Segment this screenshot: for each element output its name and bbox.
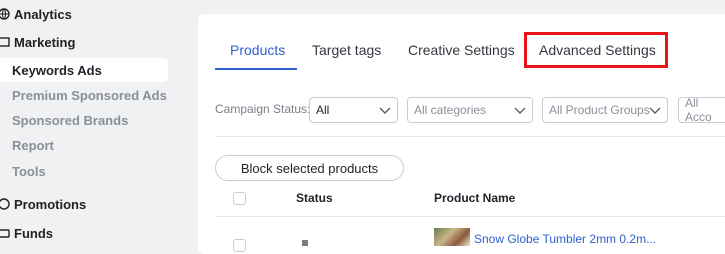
tab-target-tags[interactable]: Target tags <box>312 42 381 58</box>
sidebar: Analytics Marketing Keywords Ads Premium… <box>0 0 178 246</box>
chevron-down-icon <box>514 107 526 114</box>
campaign-status-label: Campaign Status: <box>215 102 311 116</box>
promotions-icon <box>0 198 10 210</box>
marketing-icon <box>0 36 10 48</box>
tab-products[interactable]: Products <box>230 42 285 58</box>
globe-icon <box>0 8 10 20</box>
sidebar-item-label: Promotions <box>14 196 87 212</box>
product-groups-select[interactable]: All Product Groups <box>542 97 668 123</box>
product-name-column-header: Product Name <box>434 191 516 205</box>
tab-advanced-settings[interactable]: Advanced Settings <box>539 42 656 58</box>
status-indicator <box>302 240 308 246</box>
sidebar-item-label: Funds <box>14 225 53 241</box>
sidebar-item-analytics[interactable]: Analytics <box>0 2 168 26</box>
status-column-header: Status <box>296 191 333 205</box>
sidebar-item-marketing[interactable]: Marketing <box>0 30 168 54</box>
header-divider <box>215 216 725 217</box>
accounts-placeholder: All Acco <box>685 96 712 124</box>
accounts-select[interactable]: All Acco <box>678 96 725 124</box>
sidebar-item-label: Tools <box>12 163 46 179</box>
filters-divider <box>215 136 725 137</box>
sidebar-item-label: Keywords Ads <box>12 62 102 78</box>
sidebar-item-promotions[interactable]: Promotions <box>0 192 168 216</box>
categories-select[interactable]: All categories <box>407 97 533 123</box>
product-name-link[interactable]: Snow Globe Tumbler 2mm 0.2m... <box>474 232 656 246</box>
categories-placeholder: All categories <box>414 103 487 117</box>
sidebar-item-premium-sponsored-ads[interactable]: Premium Sponsored Ads <box>0 83 168 107</box>
funds-icon <box>0 227 10 239</box>
tab-creative-settings[interactable]: Creative Settings <box>408 42 515 58</box>
sidebar-item-report[interactable]: Report <box>0 133 168 157</box>
sidebar-item-keywords-ads[interactable]: Keywords Ads <box>0 58 168 82</box>
campaign-status-value: All <box>316 103 330 117</box>
select-all-checkbox[interactable] <box>233 192 246 205</box>
campaign-status-select[interactable]: All <box>309 97 398 123</box>
sidebar-item-tools[interactable]: Tools <box>0 159 168 183</box>
block-selected-products-button[interactable]: Block selected products <box>215 155 404 181</box>
chevron-down-icon <box>649 107 661 114</box>
sidebar-item-label: Marketing <box>14 34 76 50</box>
product-groups-placeholder: All Product Groups <box>549 103 650 117</box>
active-tab-indicator <box>215 68 297 70</box>
sidebar-item-label: Premium Sponsored Ads <box>12 87 167 103</box>
sidebar-item-sponsored-brands[interactable]: Sponsored Brands <box>0 108 168 132</box>
chevron-down-icon <box>379 107 391 114</box>
sidebar-item-label: Sponsored Brands <box>12 112 129 128</box>
sidebar-item-label: Report <box>12 137 54 153</box>
sidebar-item-label: Analytics <box>14 6 72 22</box>
sidebar-item-funds[interactable]: Funds <box>0 221 168 245</box>
product-thumbnail <box>434 228 470 246</box>
